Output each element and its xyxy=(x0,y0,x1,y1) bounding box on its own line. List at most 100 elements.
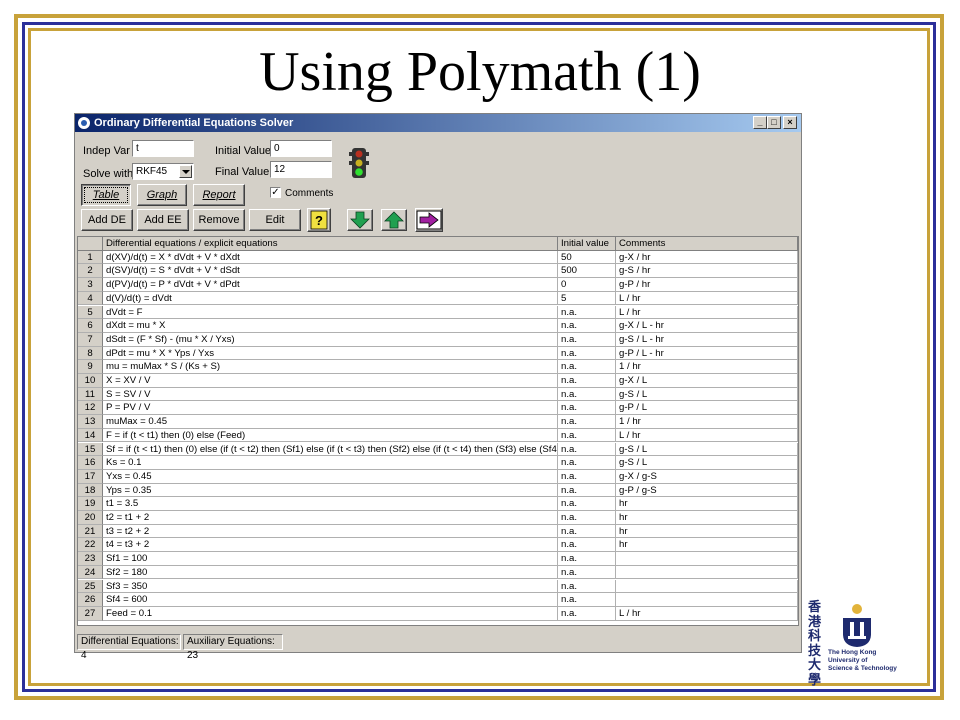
comment-cell[interactable]: L / hr xyxy=(616,291,798,306)
comment-cell[interactable]: g-X / L xyxy=(616,374,798,388)
table-row[interactable]: 21 t3 = t2 + 2 n.a. hr xyxy=(78,524,798,539)
help-button[interactable]: ? xyxy=(307,208,331,232)
table-row[interactable]: 7 dSdt = (F * Sf) - (mu * X / Yxs) n.a. g-S… xyxy=(78,332,798,347)
initial-value-cell[interactable]: 500 xyxy=(558,264,616,279)
initial-value-cell[interactable]: n.a. xyxy=(558,538,616,553)
comment-cell[interactable]: 1 / hr xyxy=(616,360,798,374)
row-number[interactable]: 3 xyxy=(78,278,103,292)
equation-cell[interactable]: Feed = 0.1 xyxy=(103,606,558,621)
comment-cell[interactable]: hr xyxy=(616,538,798,553)
table-row[interactable]: 20 t2 = t1 + 2 n.a. hr xyxy=(78,511,798,525)
row-number[interactable]: 18 xyxy=(78,483,103,498)
equation-cell[interactable]: dXdt = mu * X xyxy=(103,319,558,333)
table-row[interactable]: 12 P = PV / Vn.a. g-P / L xyxy=(78,401,798,416)
equation-cell[interactable]: t4 = t3 + 2 xyxy=(103,538,558,553)
indep-var-input[interactable]: t xyxy=(132,140,194,157)
remove-button[interactable]: Remove xyxy=(193,209,245,231)
comment-cell[interactable] xyxy=(616,579,798,594)
graph-tab-button[interactable]: Graph xyxy=(137,184,187,206)
initial-value-cell[interactable]: n.a. xyxy=(558,552,616,566)
row-number[interactable]: 6 xyxy=(78,319,103,333)
row-number[interactable]: 8 xyxy=(78,346,103,361)
table-row[interactable]: 3 d(PV)/d(t) = P * dVdt + V * dPdt 0 g-P / … xyxy=(78,278,798,292)
equation-cell[interactable]: F = if (t < t1) then (0) else (Feed) xyxy=(103,428,558,443)
table-row[interactable]: 16 Ks = 0.1 n.a. g-S / L xyxy=(78,456,798,470)
header-equations[interactable]: Differential equations / explicit equati… xyxy=(103,237,558,251)
table-row[interactable]: 25 Sf3 = 350 n.a. xyxy=(78,579,798,594)
comment-cell[interactable]: g-P / L - hr xyxy=(616,346,798,361)
row-number[interactable]: 11 xyxy=(78,387,103,402)
table-row[interactable]: 24 Sf2 = 180 n.a. xyxy=(78,565,798,580)
table-row[interactable]: 19 t1 = 3.5 n.a. hr xyxy=(78,497,798,511)
table-row[interactable]: 9 mu = muMax * S / (Ks + S) n.a. 1 / hr xyxy=(78,360,798,374)
comment-cell[interactable] xyxy=(616,593,798,607)
table-row[interactable]: 14 F = if (t < t1) then (0) else (Feed) n.… xyxy=(78,428,798,443)
initial-value-cell[interactable]: n.a. xyxy=(558,415,616,429)
solve-button[interactable] xyxy=(415,208,443,232)
initial-value-cell[interactable]: n.a. xyxy=(558,593,616,607)
table-row[interactable]: 2 d(SV)/d(t) = S * dVdt + V * dSdt 500 g-S … xyxy=(78,264,798,279)
initial-value-cell[interactable]: n.a. xyxy=(558,442,616,457)
comment-cell[interactable] xyxy=(616,565,798,580)
comment-cell[interactable]: g-X / g-S xyxy=(616,469,798,484)
comment-cell[interactable]: g-S / L xyxy=(616,387,798,402)
close-button[interactable]: × xyxy=(783,116,797,129)
equation-cell[interactable]: dPdt = mu * X * Yps / Yxs xyxy=(103,346,558,361)
initial-value-cell[interactable]: n.a. xyxy=(558,346,616,361)
equations-table[interactable]: Differential equations / explicit equati… xyxy=(77,236,799,626)
table-row[interactable]: 6 dXdt = mu * Xn.a. g-X / L - hr xyxy=(78,319,798,333)
equation-cell[interactable]: mu = muMax * S / (Ks + S) xyxy=(103,360,558,374)
solve-with-select[interactable]: RKF45 xyxy=(132,163,194,180)
equation-cell[interactable]: Yps = 0.35 xyxy=(103,483,558,498)
comment-cell[interactable]: hr xyxy=(616,524,798,539)
table-row[interactable]: 1 d(XV)/d(t) = X * dVdt + V * dXdt 50 g-X /… xyxy=(78,250,798,265)
row-number[interactable]: 23 xyxy=(78,552,103,566)
row-number[interactable]: 27 xyxy=(78,606,103,621)
comment-cell[interactable]: g-X / hr xyxy=(616,250,798,265)
table-row[interactable]: 27 Feed = 0.1 n.a. L / hr xyxy=(78,606,798,621)
initial-value-cell[interactable]: n.a. xyxy=(558,332,616,347)
table-row[interactable]: 23 Sf1 = 100 n.a. xyxy=(78,552,798,566)
comment-cell[interactable] xyxy=(616,552,798,566)
comment-cell[interactable]: g-P / hr xyxy=(616,278,798,292)
comment-cell[interactable]: g-S / L - hr xyxy=(616,332,798,347)
row-number[interactable]: 17 xyxy=(78,469,103,484)
initial-value-cell[interactable]: n.a. xyxy=(558,319,616,333)
header-comments[interactable]: Comments xyxy=(616,237,798,251)
add-de-button[interactable]: Add DE xyxy=(81,209,133,231)
equation-cell[interactable]: Yxs = 0.45 xyxy=(103,469,558,484)
row-number[interactable]: 4 xyxy=(78,291,103,306)
initial-value-cell[interactable]: n.a. xyxy=(558,456,616,470)
comment-cell[interactable]: L / hr xyxy=(616,428,798,443)
comment-cell[interactable]: g-S / L xyxy=(616,442,798,457)
row-number[interactable]: 14 xyxy=(78,428,103,443)
table-row[interactable]: 15 Sf = if (t < t1) then (0) else (if (t … xyxy=(78,442,798,457)
initial-value-cell[interactable]: n.a. xyxy=(558,401,616,416)
initial-value-cell[interactable]: n.a. xyxy=(558,483,616,498)
row-number[interactable]: 21 xyxy=(78,524,103,539)
row-number[interactable]: 9 xyxy=(78,360,103,374)
comment-cell[interactable]: hr xyxy=(616,511,798,525)
initial-value-cell[interactable]: n.a. xyxy=(558,511,616,525)
comment-cell[interactable]: hr xyxy=(616,497,798,511)
initial-value-cell[interactable]: n.a. xyxy=(558,524,616,539)
table-row[interactable]: 18 Yps = 0.35 n.a. g-P / g-S xyxy=(78,483,798,498)
table-row[interactable]: 5 dVdt = Fn.a. L / hr xyxy=(78,305,798,320)
table-row[interactable]: 8 dPdt = mu * X * Yps / Yxs n.a. g-P / L - … xyxy=(78,346,798,361)
table-row[interactable]: 22 t4 = t3 + 2 n.a. hr xyxy=(78,538,798,553)
initial-value-cell[interactable]: n.a. xyxy=(558,360,616,374)
table-row[interactable]: 26 Sf4 = 600 n.a. xyxy=(78,593,798,607)
row-number[interactable]: 24 xyxy=(78,565,103,580)
table-row[interactable]: 4 d(V)/d(t) = dVdt 5 L / hr xyxy=(78,291,798,306)
equation-cell[interactable]: S = SV / V xyxy=(103,387,558,402)
table-row[interactable]: 13 muMax = 0.45 n.a. 1 / hr xyxy=(78,415,798,429)
initial-value-cell[interactable]: n.a. xyxy=(558,305,616,320)
initial-value-cell[interactable]: n.a. xyxy=(558,428,616,443)
initial-value-cell[interactable]: n.a. xyxy=(558,606,616,621)
comment-cell[interactable]: g-S / hr xyxy=(616,264,798,279)
equation-cell[interactable]: Ks = 0.1 xyxy=(103,456,558,470)
row-number[interactable]: 1 xyxy=(78,250,103,265)
row-number[interactable]: 26 xyxy=(78,593,103,607)
equation-cell[interactable]: P = PV / V xyxy=(103,401,558,416)
maximize-button[interactable]: □ xyxy=(767,116,781,129)
